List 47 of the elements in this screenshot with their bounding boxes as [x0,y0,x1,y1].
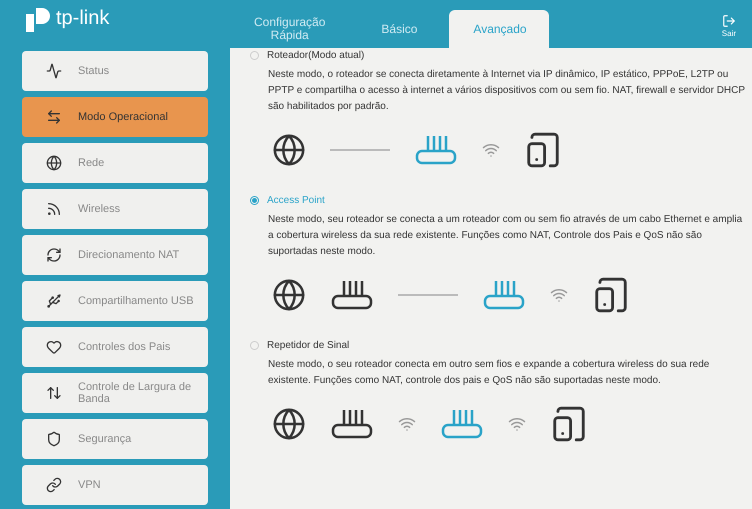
chain-link-icon [46,477,62,493]
tab[interactable]: Avançado [449,10,550,48]
pulse-icon [46,63,62,79]
signal-icon [46,201,62,217]
mode-description: Neste modo, o seu roteador conecta em outro sem fios e expande a cobertura wireless do sua rede existente. Funções como NAT, controle dos pais e QoS não são suportadas neste modo. [267,358,710,388]
mode-radio[interactable]: Access Point [250,193,748,208]
tab[interactable]: Básico [357,10,442,48]
mode-description: Neste modo, seu roteador se conecta a um roteador com ou sem fio através de um cabo Ethernet e amplia a cobertura wireless da sua rede existente. Funções como NAT, Controle dos Pais e QoS não são suportadas neste modo. [267,213,744,259]
router-icon [482,279,526,311]
mode-radio[interactable]: Roteador(Modo atual) [250,48,748,63]
mode-radio[interactable]: Repetidor de Sinal [250,338,748,353]
wifi-icon [550,286,568,304]
up-down-arrows-icon [46,385,62,401]
globe-icon [46,155,62,171]
sidebar-item[interactable]: VPN [22,465,208,505]
wifi-icon [482,141,500,159]
globe-icon [272,407,306,441]
router-icon [330,408,374,440]
logout-icon [722,14,736,28]
sidebar-item[interactable]: Modo Operacional [22,97,208,137]
connection-line [330,149,390,151]
sidebar-item[interactable]: Wireless [22,189,208,229]
shield-icon [46,431,62,447]
circular-arrows-icon [46,247,62,263]
router-icon [414,134,458,166]
router-icon [440,408,484,440]
sidebar-item[interactable]: Rede [22,143,208,183]
logo-icon [24,8,52,34]
sidebar-item[interactable]: Compartilhamento USB [22,281,208,321]
usb-icon [46,293,62,309]
sidebar-item[interactable]: Status [22,51,208,91]
sidebar-item[interactable]: Direcionamento NAT [22,235,208,275]
sidebar-item[interactable]: Segurança [22,419,208,459]
brand-name: tp-link [56,8,110,28]
wifi-icon [398,415,416,433]
connection-line [398,294,458,296]
globe-icon [272,278,306,312]
sidebar-item[interactable]: Controles dos Pais [22,327,208,367]
wifi-icon [508,415,526,433]
tab[interactable]: Configuração Rápida [230,10,350,48]
mode-description: Neste modo, o roteador se conecta diretamente à Internet via IP dinâmico, IP estático, PPPoE, L2TP ou PPTP e compartilha o acesso à internet a vários dispositivos com ou sem fio. NAT, firewall e servidor DHCP são habilitados por padrão. [267,68,746,114]
sidebar-item[interactable]: Controle de Largura de Banda [22,373,208,413]
router-icon [330,279,374,311]
globe-icon [272,133,306,167]
exit-button[interactable]: Sair [722,14,736,40]
swap-arrows-icon [46,109,62,125]
heart-icon [46,339,62,355]
